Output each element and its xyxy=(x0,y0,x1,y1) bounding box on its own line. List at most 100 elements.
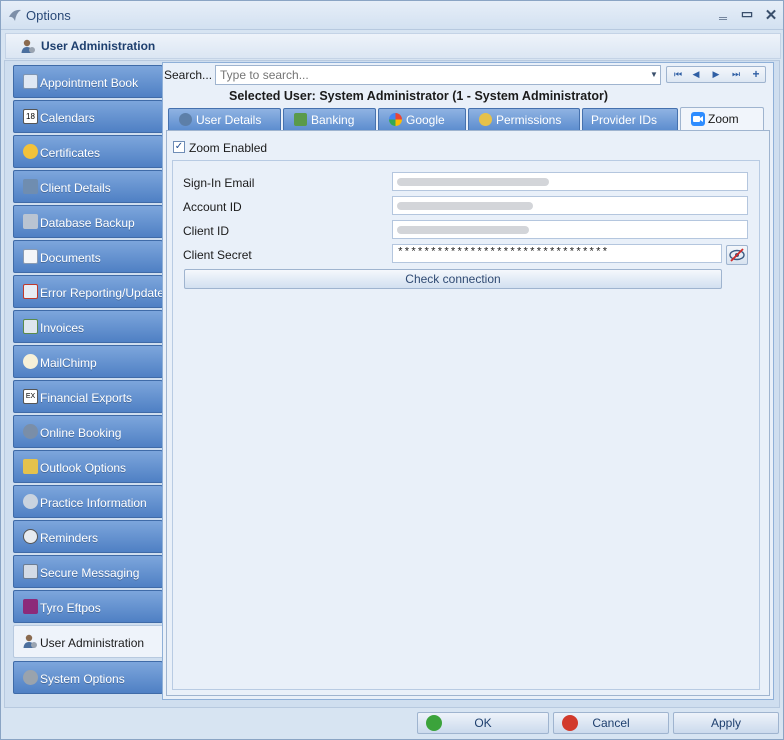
signin-email-field[interactable] xyxy=(392,172,748,191)
sidebar-item-label: System Options xyxy=(40,672,125,686)
outlook-icon xyxy=(23,459,38,474)
sidebar-item-system-options[interactable]: System Options xyxy=(13,661,163,694)
app-logo-icon xyxy=(9,9,21,21)
account-id-field[interactable] xyxy=(392,196,748,215)
last-record-icon[interactable]: ⏭ xyxy=(727,67,745,82)
redacted-value xyxy=(397,226,529,234)
zoom-enabled-checkbox[interactable]: ✓ xyxy=(173,141,185,153)
sidebar-item-error-reporting[interactable]: Error Reporting/Updates xyxy=(13,275,170,308)
system-options-icon xyxy=(23,670,38,685)
title-bar: Options ‗ ▭ ✕ xyxy=(1,1,783,30)
export-icon: EX xyxy=(23,389,38,404)
check-icon xyxy=(426,715,442,731)
calendar-book-icon xyxy=(23,74,38,89)
ok-button[interactable]: OK xyxy=(417,712,549,734)
secure-message-icon xyxy=(23,564,38,579)
tab-zoom[interactable]: Zoom xyxy=(680,107,764,131)
tab-provider-ids[interactable]: Provider IDs xyxy=(582,108,678,130)
online-booking-icon xyxy=(23,424,38,439)
tab-google[interactable]: Google xyxy=(378,108,466,130)
check-connection-button[interactable]: Check connection xyxy=(184,269,722,289)
sidebar-item-reminders[interactable]: Reminders xyxy=(13,520,163,553)
tab-permissions[interactable]: Permissions xyxy=(468,108,580,130)
next-record-icon[interactable]: ▶ xyxy=(707,67,725,82)
tab-label: Banking xyxy=(311,113,355,127)
minimize-button[interactable]: ‗ xyxy=(714,3,732,21)
sidebar-item-documents[interactable]: Documents xyxy=(13,240,163,273)
cancel-icon xyxy=(562,715,578,731)
sidebar-item-label: Financial Exports xyxy=(40,391,133,405)
sidebar-item-label: Tyro Eftpos xyxy=(40,601,101,615)
sidebar-item-certificates[interactable]: Certificates xyxy=(13,135,163,168)
section-title: User Administration xyxy=(41,39,156,53)
user-admin-icon xyxy=(23,634,37,648)
tab-label: Provider IDs xyxy=(591,113,658,127)
sidebar-item-user-administration[interactable]: User Administration xyxy=(13,625,165,658)
sidebar-item-label: User Administration xyxy=(40,636,145,650)
chevron-down-icon[interactable]: ▼ xyxy=(648,66,660,84)
apply-button[interactable]: Apply xyxy=(673,712,779,734)
bank-icon xyxy=(294,113,307,126)
sidebar-item-tyro-eftpos[interactable]: Tyro Eftpos xyxy=(13,590,163,623)
first-record-icon[interactable]: ⏮ xyxy=(669,67,687,82)
cancel-label: Cancel xyxy=(592,716,630,730)
clients-icon xyxy=(23,179,38,194)
record-navigator: ⏮ ◀ ▶ ⏭ + xyxy=(666,66,766,83)
apply-label: Apply xyxy=(710,716,742,730)
sidebar-item-client-details[interactable]: Client Details xyxy=(13,170,163,203)
cancel-button[interactable]: Cancel xyxy=(553,712,669,734)
sidebar-item-label: Online Booking xyxy=(40,426,122,440)
sidebar-item-label: Documents xyxy=(40,251,101,265)
calendar-icon: 18 xyxy=(23,109,38,124)
signin-email-label: Sign-In Email xyxy=(183,176,255,190)
selected-user-label: Selected User: System Administrator (1 -… xyxy=(229,89,609,103)
sidebar-item-label: Calendars xyxy=(40,111,95,125)
document-icon xyxy=(23,249,38,264)
error-report-icon xyxy=(23,284,38,299)
sidebar-item-mailchimp[interactable]: MailChimp xyxy=(13,345,163,378)
add-record-icon[interactable]: + xyxy=(747,67,765,82)
search-input[interactable] xyxy=(215,65,661,85)
mailchimp-icon xyxy=(23,354,38,369)
sidebar-item-label: Error Reporting/Updates xyxy=(40,286,171,300)
sidebar-item-online-booking[interactable]: Online Booking xyxy=(13,415,163,448)
sidebar-item-database-backup[interactable]: Database Backup xyxy=(13,205,163,238)
sidebar-item-calendars[interactable]: 18 Calendars xyxy=(13,100,163,133)
zoom-icon xyxy=(691,112,705,126)
sidebar-item-financial-exports[interactable]: EX Financial Exports xyxy=(13,380,163,413)
tab-banking[interactable]: Banking xyxy=(283,108,376,130)
sidebar-item-practice-information[interactable]: Practice Information xyxy=(13,485,163,518)
sidebar-item-label: Database Backup xyxy=(40,216,135,230)
previous-record-icon[interactable]: ◀ xyxy=(687,67,705,82)
permissions-icon xyxy=(479,113,492,126)
search-label: Search... xyxy=(164,68,213,82)
tab-label: User Details xyxy=(196,113,262,127)
invoice-icon xyxy=(23,319,38,334)
sidebar-item-label: Secure Messaging xyxy=(40,566,140,580)
sidebar-item-label: MailChimp xyxy=(40,356,97,370)
sidebar-item-invoices[interactable]: Invoices xyxy=(13,310,163,343)
reminder-icon xyxy=(23,529,38,544)
zoom-settings-group xyxy=(172,160,760,690)
database-icon xyxy=(23,214,38,229)
tab-label: Permissions xyxy=(496,113,562,127)
eye-hidden-icon xyxy=(729,248,745,262)
client-id-field[interactable] xyxy=(392,220,748,239)
sidebar-item-label: Certificates xyxy=(40,146,101,160)
user-icon xyxy=(179,113,192,126)
client-secret-field[interactable]: ******************************** xyxy=(392,244,722,263)
tab-label: Zoom xyxy=(708,112,739,126)
sidebar-item-label: Outlook Options xyxy=(40,461,127,475)
section-header: User Administration xyxy=(5,33,781,59)
close-button[interactable]: ✕ xyxy=(762,6,780,24)
user-admin-icon xyxy=(21,39,35,53)
sidebar-item-outlook-options[interactable]: Outlook Options xyxy=(13,450,163,483)
client-id-label: Client ID xyxy=(183,224,230,238)
sidebar-item-label: Appointment Book xyxy=(40,76,139,90)
client-secret-label: Client Secret xyxy=(183,248,252,262)
tab-user-details[interactable]: User Details xyxy=(168,108,281,130)
show-secret-button[interactable] xyxy=(726,245,748,265)
maximize-button[interactable]: ▭ xyxy=(738,6,756,24)
sidebar-item-appointment-book[interactable]: Appointment Book xyxy=(13,65,163,98)
sidebar-item-secure-messaging[interactable]: Secure Messaging xyxy=(13,555,163,588)
